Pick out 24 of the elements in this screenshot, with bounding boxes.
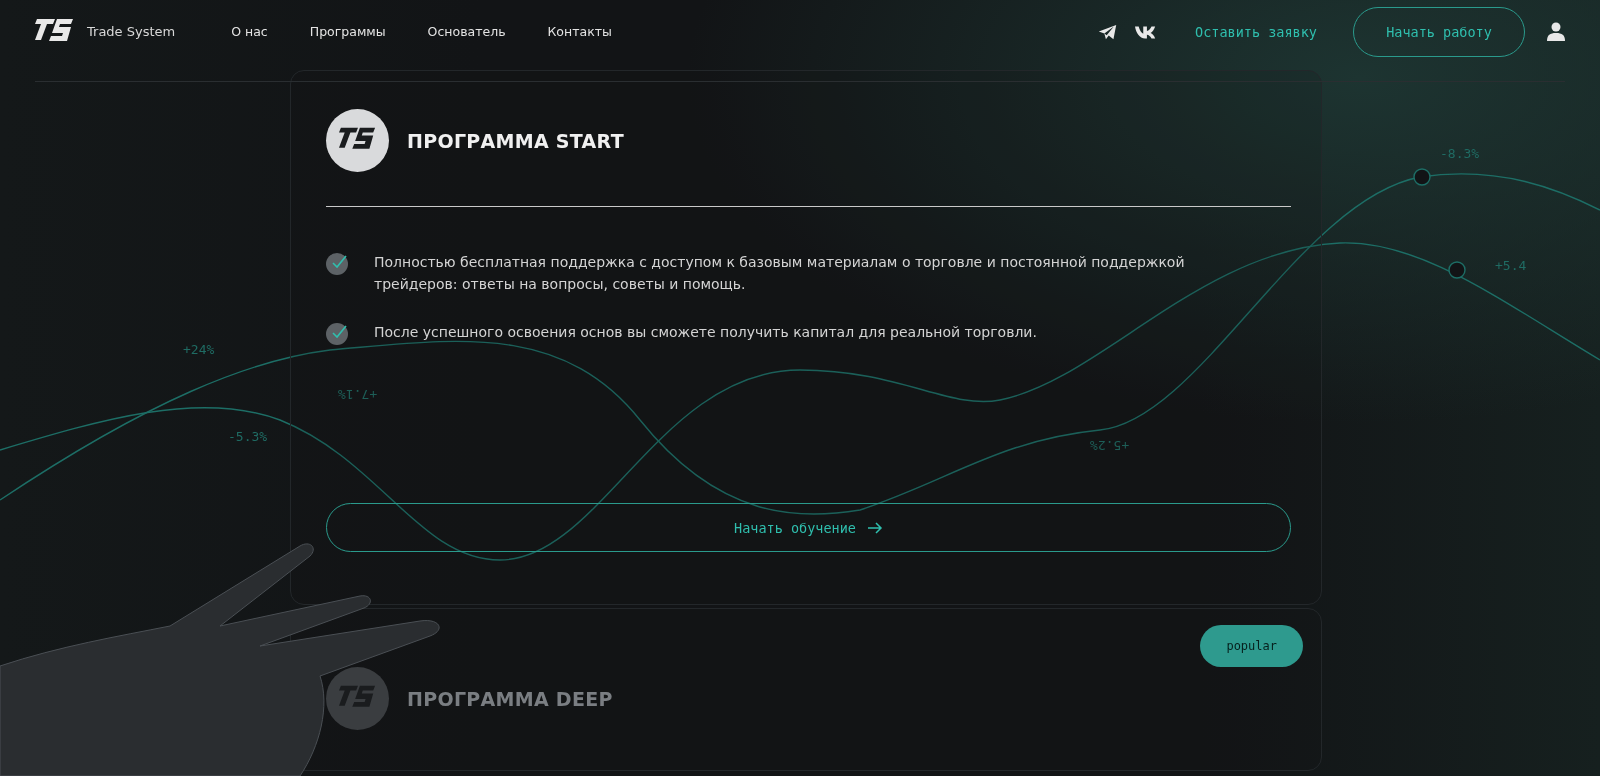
nav-link[interactable]: Основатель (427, 24, 506, 39)
chart-label: -5.3% (228, 429, 268, 444)
user-icon[interactable] (1547, 22, 1565, 41)
chart-label: +24% (183, 342, 215, 357)
brand-name: Trade System (87, 24, 176, 39)
chart-label: +5.2% (1090, 438, 1130, 453)
chart-label: +5.4 (1495, 258, 1527, 273)
program-title: ПРОГРАММА START (407, 129, 624, 152)
telegram-icon[interactable] (1098, 23, 1118, 40)
nav-link[interactable]: О нас (231, 24, 268, 39)
request-link[interactable]: Оставить заявку (1195, 23, 1317, 40)
start-button[interactable]: Начать работу (1353, 6, 1525, 57)
arrow-right-icon (867, 521, 883, 534)
check-icon (326, 251, 350, 275)
chart-label: +7.1% (338, 387, 378, 402)
feature-text: Полностью бесплатная поддержка с доступом к базовым материалам о торговле и постоянной поддержкой трейдеров: ответы на вопросы, советы и помощь. (374, 253, 1186, 294)
chart-label: -8.3% (1440, 146, 1480, 161)
popular-badge: popular (1200, 625, 1303, 667)
feature-text: После успешного освоения основ вы сможете получить капитал для реальной торговли. (374, 323, 1037, 342)
nav-link[interactable]: Программы (309, 24, 386, 39)
vk-icon[interactable] (1135, 24, 1158, 39)
check-icon (326, 321, 350, 345)
program-title: ПРОГРАММА DEEP (407, 687, 613, 710)
nav-link[interactable]: Контакты (547, 24, 612, 39)
